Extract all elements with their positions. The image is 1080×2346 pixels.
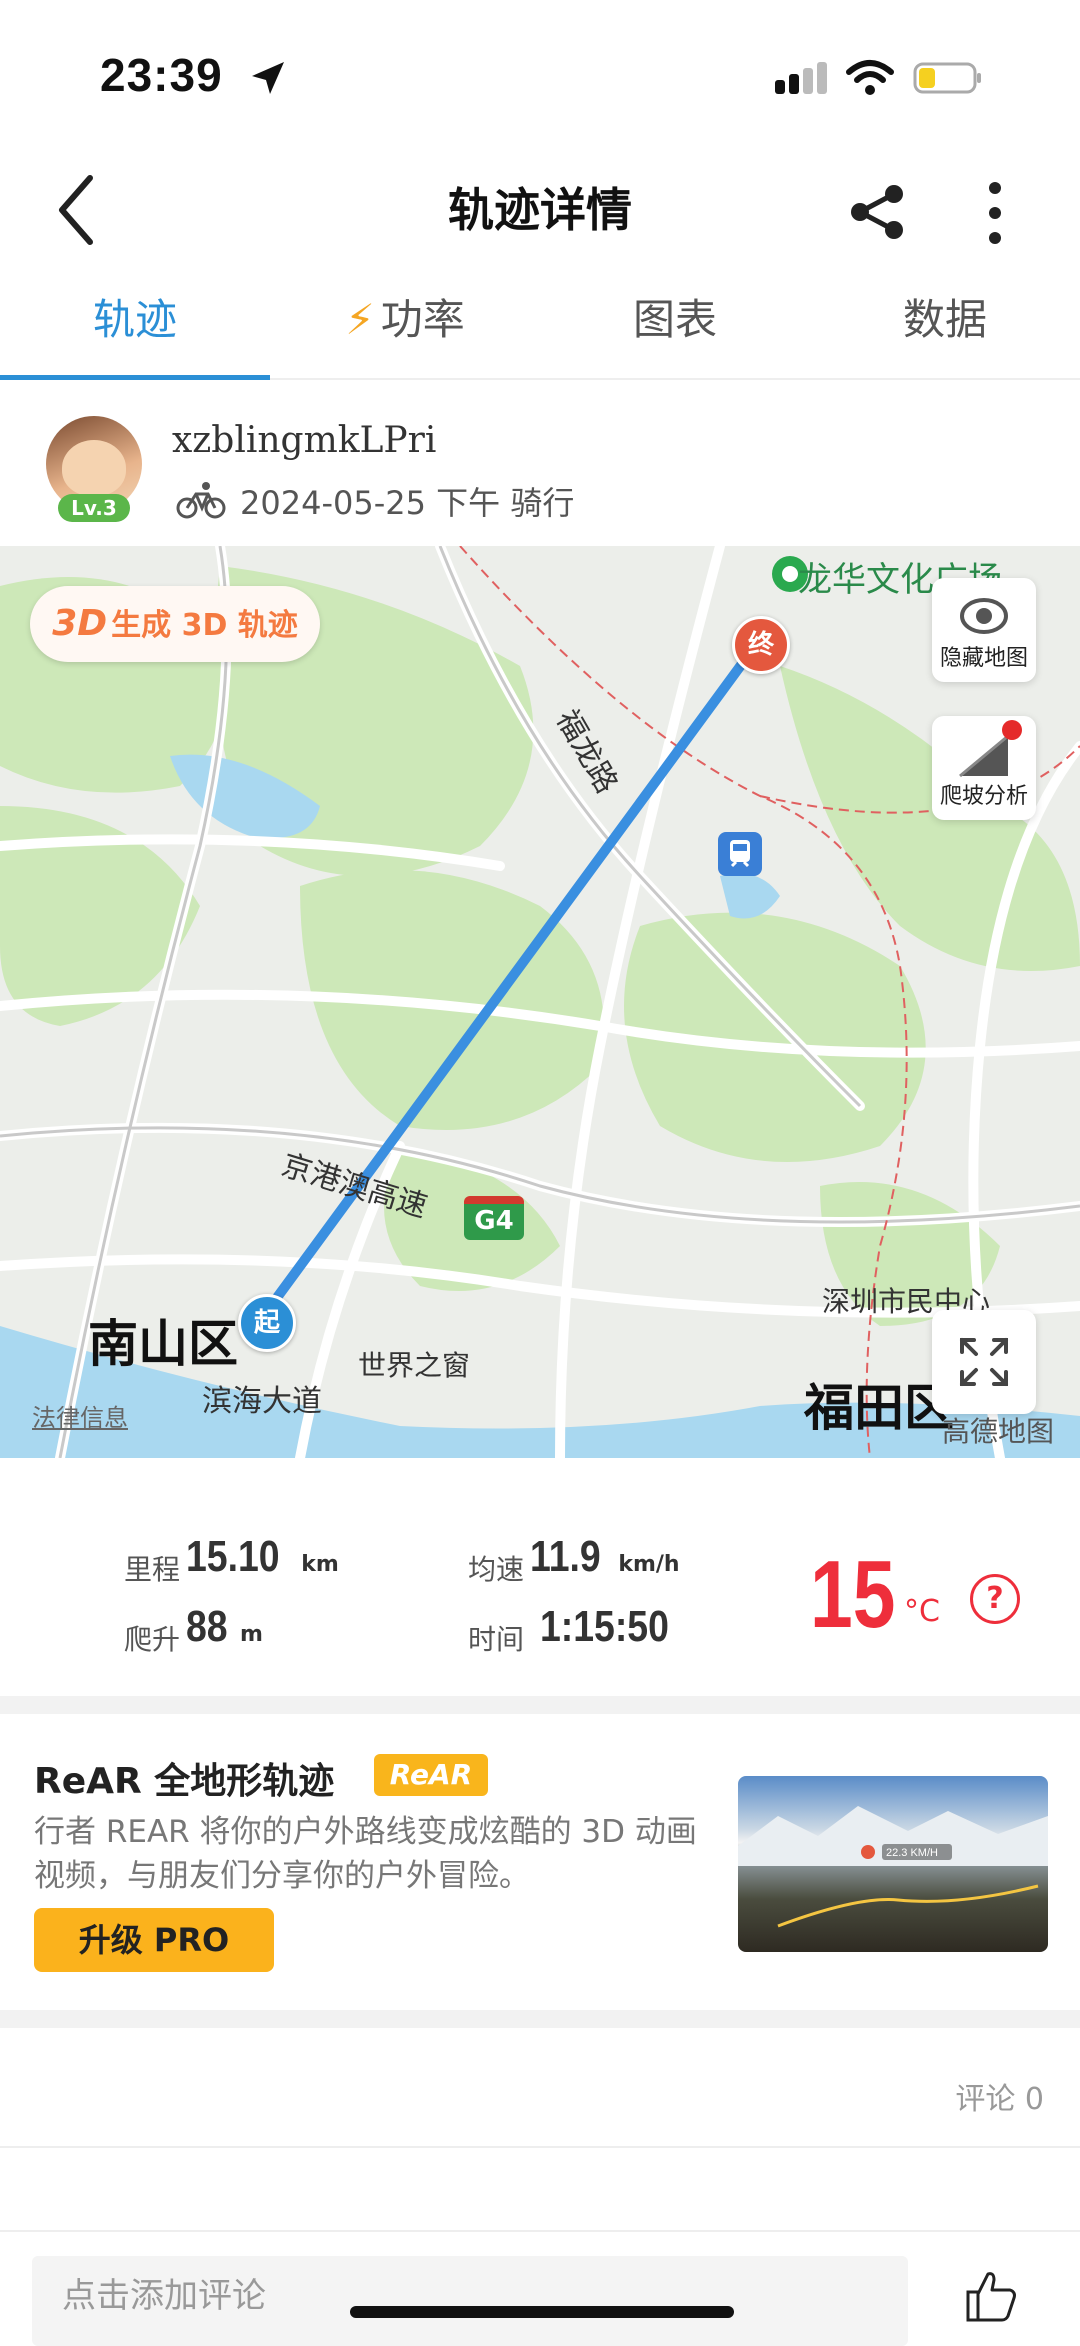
divider-line: [0, 2146, 1080, 2148]
distance-stat: 15.10 km: [186, 1532, 339, 1582]
climb-analysis-label: 爬坡分析: [939, 784, 1028, 809]
tab-data-label: 数据: [902, 295, 987, 344]
distance-unit: km: [301, 1552, 339, 1577]
g4-highway-shield: G4: [464, 1196, 524, 1240]
status-time: 23:39: [100, 49, 223, 101]
legal-info-link[interactable]: 法律信息: [32, 1398, 128, 1433]
tab-power[interactable]: ⚡ 功率: [270, 278, 540, 378]
tab-charts[interactable]: 图表: [540, 278, 810, 378]
route-start-marker: 起: [238, 1294, 296, 1352]
upgrade-pro-button[interactable]: 升级 PRO: [34, 1908, 274, 1972]
climb-stat: 88 m: [186, 1602, 263, 1652]
expand-icon: [960, 1338, 1008, 1386]
speed-unit: km/h: [618, 1552, 680, 1577]
preview-speed-text: 22.3 KM/H: [886, 1847, 938, 1859]
temperature-unit: °C: [904, 1594, 940, 1629]
distance-value: 15.10: [186, 1532, 280, 1581]
generate-3d-prefix: 3D: [52, 603, 108, 644]
location-arrow-icon: [252, 62, 284, 94]
cellular-signal-icon: [775, 62, 831, 94]
time-label: 时间: [468, 1623, 525, 1656]
help-icon[interactable]: ?: [970, 1574, 1020, 1624]
home-indicator: [350, 2306, 734, 2318]
rear-badge: ReAR: [374, 1754, 488, 1796]
fullscreen-button[interactable]: [932, 1310, 1036, 1414]
bolt-icon: ⚡: [345, 295, 375, 344]
climb-value: 88: [186, 1602, 228, 1651]
section-divider: [0, 1696, 1080, 1714]
bike-icon: [176, 482, 226, 519]
tab-track[interactable]: 轨迹: [0, 278, 270, 380]
comments-count: 评论 0: [955, 2082, 1044, 2117]
map-provider-label: 高德地图: [942, 1415, 1055, 1448]
thumbs-up-icon[interactable]: [962, 2268, 1018, 2324]
more-options-icon[interactable]: [980, 178, 1010, 248]
generate-3d-label: 生成 3D 轨迹: [111, 608, 298, 643]
time-value: 1:15:50: [540, 1602, 669, 1651]
level-badge: Lv.3: [58, 494, 130, 522]
map-label-window-of-world: 世界之窗: [358, 1349, 471, 1382]
temperature-value: 15: [810, 1541, 896, 1648]
eye-icon: [960, 598, 1008, 634]
map-label-binhai: 滨海大道: [202, 1384, 322, 1419]
generate-3d-button[interactable]: 3D 生成 3D 轨迹: [30, 586, 320, 662]
notification-dot: [1002, 720, 1022, 740]
promo-description: 行者 REAR 将你的户外路线变成炫酷的 3D 动画视频，与朋友们分享你的户外冒…: [34, 1814, 697, 1894]
hide-map-label: 隐藏地图: [939, 646, 1028, 671]
speed-value: 11.9: [530, 1532, 601, 1581]
tab-track-label: 轨迹: [92, 295, 177, 344]
battery-icon: [913, 62, 981, 94]
speed-label: 均速: [468, 1553, 525, 1586]
climb-unit: m: [240, 1622, 263, 1647]
wifi-icon: [846, 60, 894, 95]
comment-input[interactable]: 点击添加评论: [32, 2256, 908, 2346]
mountain-preview: 22.3 KM/H: [738, 1806, 1048, 1928]
share-icon[interactable]: [846, 180, 910, 244]
ride-meta: 2024-05-25 下午 骑行: [240, 484, 575, 522]
tab-bar: 轨迹 ⚡ 功率 图表 数据: [0, 278, 1080, 380]
tab-data[interactable]: 数据: [810, 278, 1080, 378]
route-end-marker: 终: [732, 616, 790, 674]
time-stat: 1:15:50: [540, 1602, 692, 1652]
section-divider: [0, 2010, 1080, 2028]
map-label-nanshan: 南山区: [88, 1315, 238, 1373]
tab-charts-label: 图表: [632, 295, 717, 344]
distance-label: 里程: [124, 1553, 181, 1586]
avatar-face: [62, 440, 126, 496]
speed-stat: 11.9 km/h: [530, 1532, 680, 1582]
username[interactable]: xzblingmkLPri: [172, 420, 436, 461]
hide-map-button[interactable]: 隐藏地图: [932, 578, 1036, 682]
promo-preview-image[interactable]: 22.3 KM/H: [738, 1776, 1048, 1952]
metro-station-icon: [718, 832, 762, 876]
tab-power-label: 功率: [380, 295, 465, 344]
climb-label: 爬升: [124, 1623, 181, 1656]
page-title: 轨迹详情: [448, 183, 632, 237]
promo-title: ReAR 全地形轨迹: [34, 1761, 335, 1802]
